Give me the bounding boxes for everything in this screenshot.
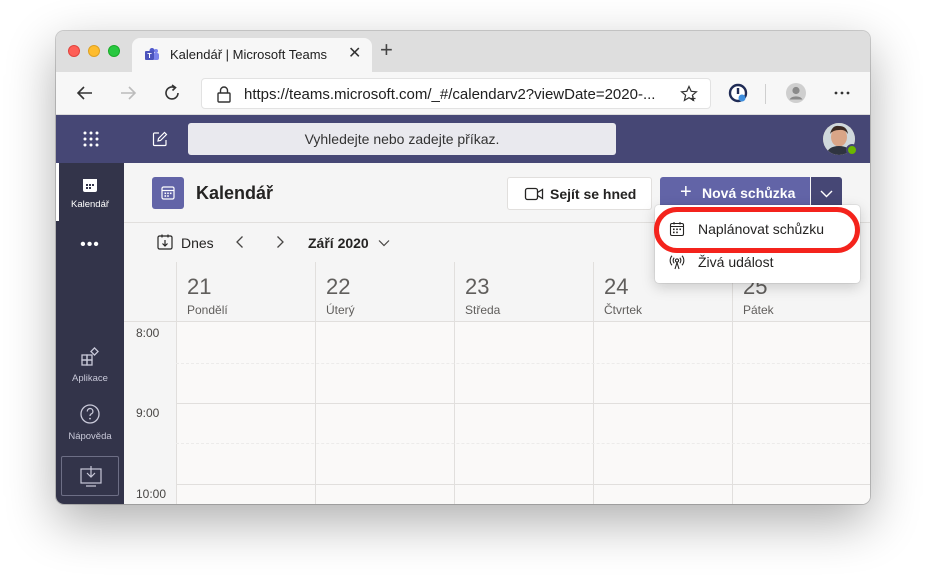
back-arrow-icon[interactable] <box>74 82 96 104</box>
day-column[interactable] <box>176 322 315 504</box>
extension-icon[interactable] <box>727 82 749 104</box>
app-launcher-icon[interactable] <box>82 130 100 148</box>
day-column[interactable] <box>593 322 732 504</box>
chevron-down-icon[interactable] <box>377 236 391 250</box>
lock-icon[interactable] <box>216 85 232 103</box>
day-name: Úterý <box>326 303 355 317</box>
download-app-button[interactable] <box>61 456 119 496</box>
favorite-star-icon[interactable] <box>680 85 698 103</box>
meet-now-label: Sejít se hned <box>550 186 637 202</box>
next-week-icon[interactable] <box>272 234 288 250</box>
calendar-icon <box>83 179 97 192</box>
minimize-window-button[interactable] <box>88 45 100 57</box>
live-event-icon <box>669 255 685 270</box>
reload-icon[interactable] <box>161 82 183 104</box>
day-column[interactable] <box>732 322 870 504</box>
time-column: 8:00 9:00 10:00 <box>124 322 176 504</box>
meet-now-button[interactable]: Sejít se hned <box>507 177 652 210</box>
half-hour-line <box>176 443 870 444</box>
address-bar[interactable]: https://teams.microsoft.com/_#/calendarv… <box>201 78 711 109</box>
zoom-window-button[interactable] <box>108 45 120 57</box>
page-title: Kalendář <box>196 183 274 203</box>
day-name: Pondělí <box>187 303 228 317</box>
tab-title: Kalendář | Microsoft Teams <box>170 47 328 62</box>
day-column[interactable] <box>454 322 593 504</box>
rail-item-calendar[interactable]: Kalendář <box>56 177 124 210</box>
browser-window: T Kalendář | Microsoft Teams ✕ + https:/… <box>56 31 870 504</box>
close-window-button[interactable] <box>68 45 80 57</box>
day-number: 24 <box>604 274 629 299</box>
half-hour-line <box>176 363 870 364</box>
tab-strip: T Kalendář | Microsoft Teams ✕ + <box>56 31 870 72</box>
today-button[interactable]: Dnes <box>181 235 214 251</box>
help-icon <box>80 404 100 424</box>
browser-toolbar: https://teams.microsoft.com/_#/calendarv… <box>56 72 870 115</box>
time-label: 8:00 <box>136 326 160 340</box>
teams-header: Vyhledejte nebo zadejte příkaz. <box>56 115 870 163</box>
rail-item-help[interactable]: Nápověda <box>56 403 124 442</box>
svg-text:T: T <box>147 53 152 60</box>
day-header[interactable]: 23 Středa <box>454 262 593 322</box>
rail-item-apps[interactable]: Aplikace <box>56 347 124 384</box>
day-header[interactable]: 21 Pondělí <box>176 262 315 322</box>
day-header[interactable]: 22 Úterý <box>315 262 454 322</box>
day-column[interactable] <box>315 322 454 504</box>
hour-line <box>176 484 870 485</box>
day-number: 21 <box>187 274 212 299</box>
browser-tab[interactable]: T Kalendář | Microsoft Teams ✕ <box>132 38 372 72</box>
day-name: Středa <box>465 303 501 317</box>
highlight-annotation <box>654 207 860 253</box>
menu-item-label: Živá událost <box>698 254 774 270</box>
day-number: 23 <box>465 274 490 299</box>
rail-item-label: Aplikace <box>72 373 108 384</box>
time-label: 10:00 <box>136 487 167 501</box>
week-grid: 21 Pondělí 22 Úterý 23 Středa 24 Čtvrtek… <box>124 262 870 504</box>
previous-week-icon[interactable] <box>232 234 248 250</box>
day-number: 22 <box>326 274 351 299</box>
rail-item-label: Kalendář <box>70 199 110 210</box>
day-name: Pátek <box>743 303 774 317</box>
search-input[interactable]: Vyhledejte nebo zadejte příkaz. <box>188 123 616 155</box>
app-rail: Kalendář ••• Aplikace Nápověda <box>56 163 124 504</box>
month-selector[interactable]: Září 2020 <box>308 235 369 251</box>
presence-available-icon <box>846 144 858 156</box>
today-calendar-icon[interactable] <box>156 233 174 251</box>
more-options-icon[interactable] <box>831 82 853 104</box>
url-text[interactable]: https://teams.microsoft.com/_#/calendarv… <box>244 86 655 103</box>
apps-icon <box>81 347 99 366</box>
new-meeting-label: Nová schůzka <box>702 185 796 201</box>
new-chat-icon[interactable] <box>152 131 168 147</box>
profile-icon[interactable] <box>785 82 807 104</box>
toolbar-separator <box>765 84 766 104</box>
download-icon <box>80 466 102 487</box>
time-label: 9:00 <box>136 406 160 420</box>
teams-logo-icon: T <box>145 48 159 60</box>
rail-item-label: Nápověda <box>68 431 112 442</box>
calendar-icon <box>161 186 175 200</box>
plus-icon: + <box>680 181 692 203</box>
more-dots-icon: ••• <box>80 236 100 253</box>
calendar-app-icon <box>152 177 184 209</box>
forward-arrow-icon[interactable] <box>117 82 139 104</box>
rail-more-apps[interactable]: ••• <box>56 236 124 254</box>
video-camera-icon <box>524 187 544 201</box>
new-tab-button[interactable]: + <box>380 39 393 61</box>
hour-line <box>176 403 870 404</box>
day-name: Čtvrtek <box>604 303 643 317</box>
tab-close-icon[interactable]: ✕ <box>348 45 361 63</box>
